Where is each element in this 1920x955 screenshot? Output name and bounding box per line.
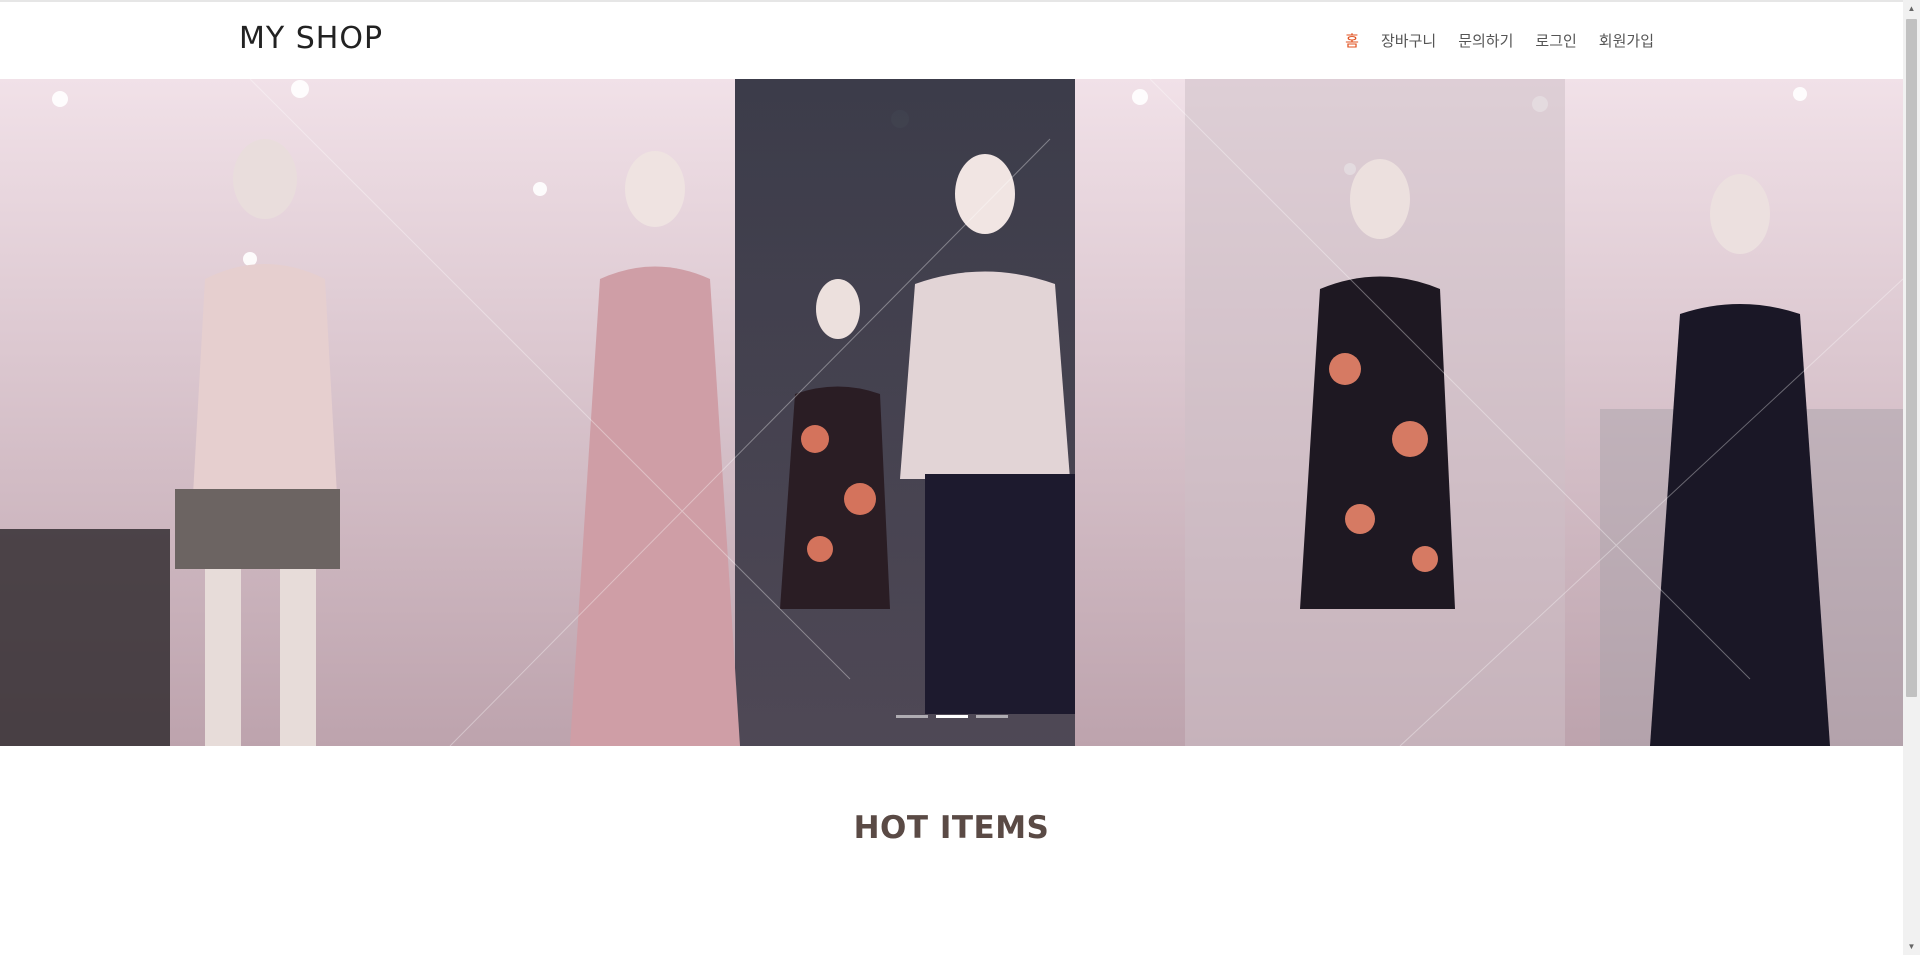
scroll-down-arrow-icon[interactable]: ▼ [1903, 938, 1920, 955]
nav-item-cart[interactable]: 장바구니 [1370, 30, 1447, 52]
scrollbar-thumb[interactable] [1906, 19, 1917, 697]
carousel-indicator-3[interactable] [975, 715, 1008, 718]
nav-item-home[interactable]: 홈 [1334, 30, 1370, 52]
nav-item-inquiry[interactable]: 문의하기 [1447, 30, 1524, 52]
nav-menu: 홈 장바구니 문의하기 로그인 회원가입 [1334, 30, 1665, 52]
hero-image [0, 79, 1903, 746]
section-title: HOT ITEMS [853, 810, 1050, 846]
scroll-up-arrow-icon[interactable]: ▲ [1903, 0, 1920, 17]
scrollbar[interactable]: ▲ ▼ [1903, 0, 1920, 955]
brand-logo[interactable]: MY SHOP [239, 21, 383, 56]
nav-item-login[interactable]: 로그인 [1524, 30, 1587, 52]
nav-item-signup[interactable]: 회원가입 [1588, 30, 1665, 52]
carousel-indicator-2[interactable] [935, 715, 968, 718]
hero-carousel[interactable] [0, 79, 1903, 746]
carousel-indicator-1[interactable] [895, 715, 928, 718]
navbar: MY SHOP 홈 장바구니 문의하기 로그인 회원가입 [0, 2, 1903, 78]
carousel-indicators [895, 715, 1008, 718]
